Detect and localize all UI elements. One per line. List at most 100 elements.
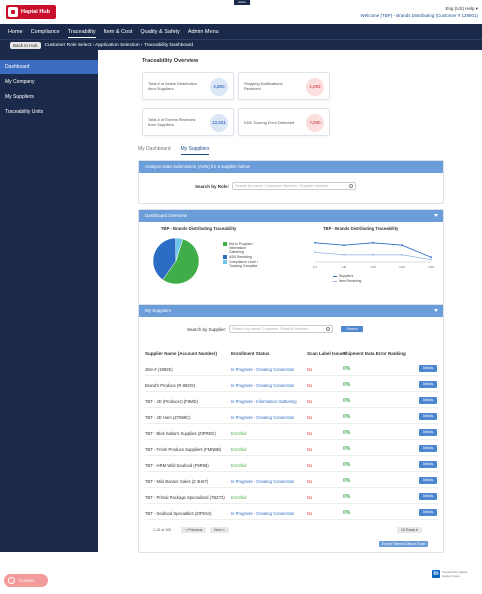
search-placeholder: Search by name / Customer Number / Suppl…: [235, 184, 329, 188]
data-point[interactable]: [372, 241, 374, 244]
scan-label-issue: No: [307, 415, 313, 420]
logo-text: Haptai Hub: [21, 9, 51, 15]
table-row: TBT - JD (Producer) (F9MD) In Progress - …: [145, 395, 439, 408]
pie-legend: Not in Program / Information Gathering A…: [223, 242, 261, 269]
details-button[interactable]: Details: [419, 461, 437, 468]
nav-item-compliance[interactable]: Compliance: [31, 29, 60, 35]
pie-chart: [152, 237, 200, 285]
details-button[interactable]: Details: [419, 381, 437, 388]
sidebar-item-my-company[interactable]: My Company: [0, 75, 98, 89]
top-bar: Haptai Hub Alerts Eng (US) Help ▾ Welcom…: [0, 0, 482, 24]
panel-header: My Suppliers: [139, 305, 443, 317]
details-button[interactable]: Details: [419, 509, 437, 516]
nav-item-item-cost[interactable]: Item & Cost: [104, 29, 133, 35]
search-icon[interactable]: [326, 327, 331, 331]
supplier-search-input[interactable]: Search by name, Customer, Product Number: [229, 325, 334, 333]
error-ranking: 0%: [343, 382, 351, 388]
details-button[interactable]: Details: [419, 493, 437, 500]
panel-header: Analyze Data Submission (ASN) for a supp…: [139, 161, 443, 173]
legend-swatch: [333, 275, 337, 277]
search-button[interactable]: Search: [341, 326, 363, 332]
supplier-name[interactable]: TBT - JD Ham (Z7899C): [145, 415, 191, 420]
legend-swatch: [223, 242, 227, 246]
pie-chart-title: TBP - Brands Distributing Traceability: [161, 226, 237, 231]
details-button[interactable]: Details: [419, 365, 437, 372]
next-page-button[interactable]: Next >: [210, 527, 229, 533]
data-point[interactable]: [430, 256, 432, 259]
details-button[interactable]: Details: [419, 445, 437, 452]
x-tick-label: 1/15: [370, 265, 376, 269]
nav-item-traceability[interactable]: Traceability: [67, 29, 96, 38]
chevron-down-icon[interactable]: [434, 309, 438, 312]
dashboard-overview-panel: Dashboard Overview TBP - Brands Distribu…: [138, 209, 444, 316]
enrollment-status: Enrolled: [231, 431, 247, 436]
sidebar-item-dashboard[interactable]: Dashboard: [0, 60, 98, 74]
supplier-name[interactable]: Brand's Produce (R 89ZIS): [145, 383, 195, 388]
stat-card-events-received: Total # of Events Received from Supplier…: [142, 108, 234, 136]
back-to-hub-button[interactable]: Back to Hub: [10, 41, 41, 49]
details-button[interactable]: Details: [419, 413, 437, 420]
error-ranking: 0%: [343, 446, 351, 452]
supplier-name[interactable]: TBT - Fresh Produce Suppliers (FMNBB): [145, 447, 221, 452]
data-point[interactable]: [343, 253, 345, 256]
app-logo[interactable]: Haptai Hub: [6, 5, 56, 19]
legend-item: Compliance Level / Tracking Complete: [223, 260, 261, 268]
previous-page-button[interactable]: < Previous: [181, 527, 207, 533]
rows-per-page-select[interactable]: 10 Rows ▾: [397, 527, 422, 533]
data-point[interactable]: [314, 251, 316, 254]
stat-label: Total # of Active Distribution Item Supp…: [148, 81, 198, 91]
sidebar-item-my-suppliers[interactable]: My Suppliers: [0, 90, 98, 104]
contact-button[interactable]: Contact: [4, 574, 48, 587]
column-header[interactable]: Enrollment Status: [231, 351, 270, 356]
data-point[interactable]: [430, 258, 432, 261]
search-icon[interactable]: [349, 184, 354, 188]
data-point[interactable]: [372, 253, 374, 256]
nav-item-home[interactable]: Home: [8, 29, 23, 35]
stat-value: 1,002: [306, 78, 324, 96]
error-ranking: 0%: [343, 494, 351, 500]
chat-icon: [8, 577, 15, 584]
data-point[interactable]: [401, 253, 403, 256]
supplier-name[interactable]: TBT - Primal Package Specialized (7BZ73): [145, 495, 225, 500]
column-header[interactable]: Scan Label Issues: [307, 351, 346, 356]
supplier-name[interactable]: TBT - HRM Wild Seafood (F9R98): [145, 463, 209, 468]
details-button[interactable]: Details: [419, 397, 437, 404]
nav-item-admin-menu[interactable]: Admin Menu: [188, 29, 219, 35]
details-button[interactable]: Details: [419, 429, 437, 436]
data-point[interactable]: [343, 244, 345, 247]
error-ranking: 0%: [343, 478, 351, 484]
data-point[interactable]: [401, 244, 403, 247]
export-excel-button[interactable]: Export Filtered Data to Excel: [379, 541, 429, 547]
line-legend: Suppliers Item Receiving: [333, 274, 393, 284]
tab-my-dashboard[interactable]: My Dashboard: [138, 146, 171, 155]
details-button[interactable]: Details: [419, 477, 437, 484]
supplier-name[interactable]: TBT - Mini Banner Sales (Z 3H67): [145, 479, 208, 484]
chevron-down-icon[interactable]: [434, 214, 438, 217]
supplier-name[interactable]: JMA # (1982E): [145, 367, 173, 372]
error-ranking: 0%: [343, 398, 351, 404]
column-header[interactable]: Shipment Data Error Ranking: [343, 351, 406, 356]
data-point[interactable]: [314, 241, 316, 244]
legend-swatch: [223, 260, 227, 264]
stat-label: Shipping Notifications Received: [244, 81, 283, 91]
enrollment-status: Enrolled: [231, 495, 247, 500]
alerts-badge[interactable]: Alerts: [234, 0, 250, 5]
column-header[interactable]: Supplier Name (Account Number): [145, 351, 217, 356]
role-search-input[interactable]: Search by name / Customer Number / Suppl…: [232, 182, 357, 190]
enrollment-status: In Progress - Creating Connection: [231, 511, 295, 516]
nav-item-quality-safety[interactable]: Quality & Safety: [140, 29, 179, 35]
supplier-name[interactable]: TBT - Seafood Specialties (ZIP6S4): [145, 511, 212, 516]
tab-my-suppliers[interactable]: My Suppliers: [180, 146, 210, 155]
table-row: TBT - Primal Package Specialized (7BZ73)…: [145, 491, 439, 504]
error-ranking: 0%: [343, 462, 351, 468]
supplier-name[interactable]: TBT - Blok Salsa's Supplies (ZIPRED): [145, 431, 216, 436]
breadcrumb: Customer Role Select › Application Selec…: [44, 42, 194, 48]
breadcrumb-bar: Back to Hub Customer Role Select › Appli…: [0, 39, 482, 50]
legend-swatch: [333, 280, 337, 282]
language-help-links[interactable]: Eng (US) Help ▾: [361, 5, 478, 12]
supplier-name[interactable]: TBT - JD (Producer) (F9MD): [145, 399, 198, 404]
linkedin-icon[interactable]: in: [432, 570, 440, 578]
logo-icon: [8, 7, 18, 17]
sidebar-item-traceability-units[interactable]: Traceability Units: [0, 105, 98, 119]
footer-brand: in Powered by Haptai Haptai Group: [432, 570, 467, 578]
